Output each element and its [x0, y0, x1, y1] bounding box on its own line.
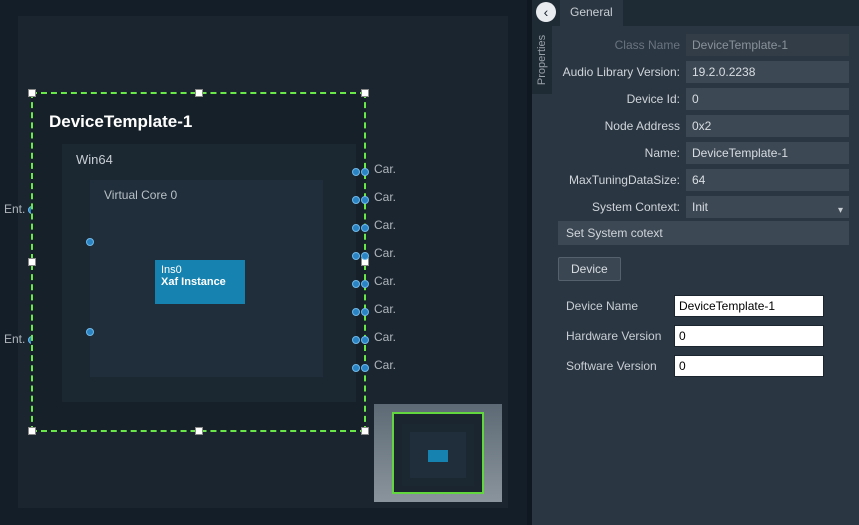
canvas-inner: Ent. Ent. DeviceTemplate-1 Win64 Virtual… [18, 16, 508, 508]
label-sw-ver: Software Version [566, 359, 674, 373]
port-label-ent: Ent. [4, 332, 25, 346]
port[interactable] [352, 280, 360, 288]
set-system-context-button[interactable]: Set System cotext [558, 221, 849, 245]
port-label-car: Car. [374, 162, 396, 176]
resize-handle[interactable] [361, 89, 369, 97]
tab-general[interactable]: General [560, 0, 623, 26]
chevron-left-icon: ‹ [544, 4, 549, 20]
port[interactable] [86, 238, 94, 246]
port[interactable] [352, 224, 360, 232]
port[interactable] [361, 252, 369, 260]
label-audio-lib: Audio Library Version: [558, 65, 686, 79]
platform-title: Win64 [76, 152, 113, 167]
port[interactable] [361, 168, 369, 176]
value-audio-lib[interactable]: 19.2.0.2238 [686, 61, 849, 83]
port-label-car: Car. [374, 274, 396, 288]
canvas-view[interactable]: Ent. Ent. DeviceTemplate-1 Win64 Virtual… [0, 0, 527, 525]
port[interactable] [361, 336, 369, 344]
port[interactable] [352, 308, 360, 316]
port[interactable] [361, 308, 369, 316]
core-box[interactable]: Virtual Core 0 Ins0 Xaf Instance [90, 180, 323, 377]
tabs-row: ‹ General [532, 0, 859, 26]
core-title: Virtual Core 0 [104, 188, 177, 202]
resize-handle[interactable] [28, 427, 36, 435]
back-button[interactable]: ‹ [536, 2, 556, 22]
port[interactable] [352, 336, 360, 344]
port-label-car: Car. [374, 330, 396, 344]
label-max-tune: MaxTuningDataSize: [558, 173, 686, 187]
input-sw-ver[interactable] [674, 355, 824, 377]
resize-handle[interactable] [361, 427, 369, 435]
label-sys-ctx: System Context: [558, 200, 686, 214]
port[interactable] [352, 196, 360, 204]
device-template-box[interactable]: DeviceTemplate-1 Win64 Virtual Core 0 In… [31, 92, 366, 432]
port-label-car: Car. [374, 358, 396, 372]
port[interactable] [361, 280, 369, 288]
resize-handle[interactable] [195, 427, 203, 435]
port[interactable] [361, 196, 369, 204]
port-label-car: Car. [374, 302, 396, 316]
port-label-car: Car. [374, 246, 396, 260]
port[interactable] [361, 224, 369, 232]
xaf-instance[interactable]: Ins0 Xaf Instance [155, 260, 245, 304]
properties-panel: ‹ General Properties Class Name DeviceTe… [532, 0, 859, 525]
input-device-name[interactable] [674, 295, 824, 317]
value-class-name: DeviceTemplate-1 [686, 34, 849, 56]
platform-box[interactable]: Win64 Virtual Core 0 Ins0 Xaf Instance [62, 144, 356, 402]
port-label-car: Car. [374, 218, 396, 232]
label-device-id: Device Id: [558, 92, 686, 106]
port[interactable] [361, 364, 369, 372]
resize-handle[interactable] [195, 89, 203, 97]
side-tab-properties[interactable]: Properties [532, 26, 552, 94]
value-node-addr[interactable]: 0x2 [686, 115, 849, 137]
input-hw-ver[interactable] [674, 325, 824, 347]
device-button[interactable]: Device [558, 257, 621, 281]
port[interactable] [352, 364, 360, 372]
instance-id: Ins0 [161, 264, 239, 276]
select-sys-ctx[interactable]: Init [686, 196, 849, 218]
label-class-name: Class Name [558, 38, 686, 52]
value-max-tune[interactable]: 64 [686, 169, 849, 191]
resize-handle[interactable] [28, 89, 36, 97]
resize-handle[interactable] [28, 258, 36, 266]
label-name: Name: [558, 146, 686, 160]
instance-name: Xaf Instance [161, 276, 239, 288]
port[interactable] [352, 252, 360, 260]
label-hw-ver: Hardware Version [566, 329, 674, 343]
port-label-ent: Ent. [4, 202, 25, 216]
port[interactable] [86, 328, 94, 336]
value-device-id[interactable]: 0 [686, 88, 849, 110]
label-device-name: Device Name [566, 299, 674, 313]
device-title: DeviceTemplate-1 [49, 112, 192, 132]
label-node-addr: Node Address [558, 119, 686, 133]
value-name[interactable]: DeviceTemplate-1 [686, 142, 849, 164]
port-label-car: Car. [374, 190, 396, 204]
minimap[interactable] [374, 404, 502, 502]
port[interactable] [352, 168, 360, 176]
